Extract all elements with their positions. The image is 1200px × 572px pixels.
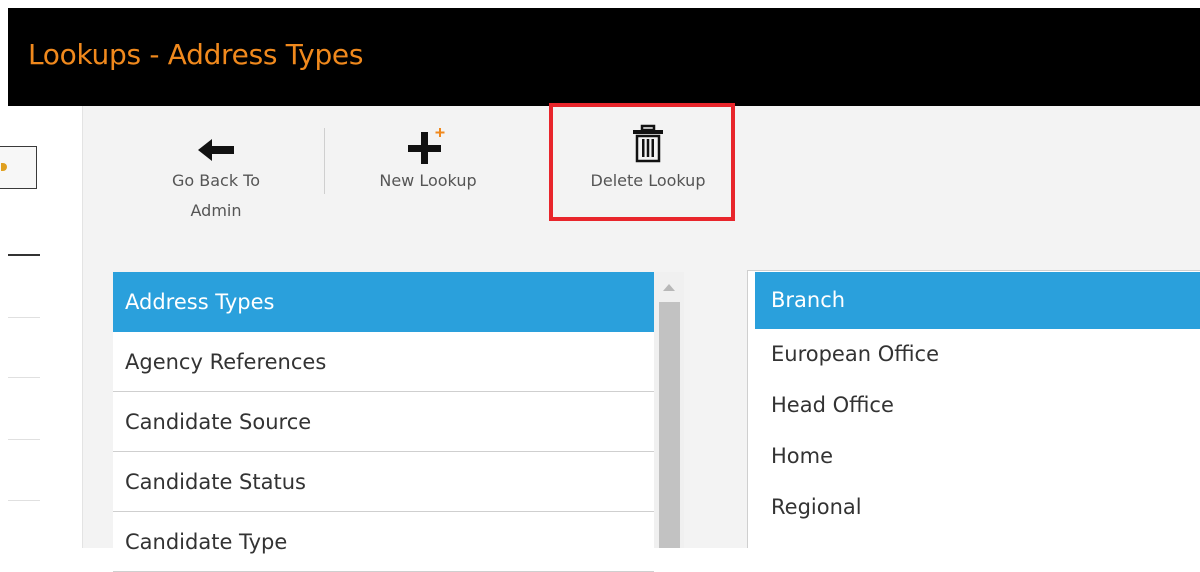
value-item-branch[interactable]: Branch [755, 272, 1200, 329]
rail-divider [8, 317, 40, 318]
scroll-thumb[interactable] [659, 302, 680, 548]
lookup-item-address-types[interactable]: Address Types [113, 272, 654, 332]
rail-divider [8, 377, 40, 378]
value-item-home[interactable]: Home [748, 431, 1200, 482]
rail-divider [8, 439, 40, 440]
new-lookup-button[interactable]: New Lookup [353, 106, 503, 196]
rail-divider [8, 500, 40, 501]
go-back-to-admin-button[interactable]: Go Back To Admin [146, 106, 286, 226]
arrow-left-icon [146, 106, 286, 166]
value-item-head-office[interactable]: Head Office [748, 380, 1200, 431]
value-item-regional[interactable]: Regional [748, 482, 1200, 533]
delete-lookup-button[interactable]: Delete Lookup [553, 106, 743, 196]
toolbar-separator [324, 128, 325, 194]
scroll-up-icon[interactable] [663, 284, 675, 291]
left-rail [0, 106, 83, 548]
lookup-item-candidate-status[interactable]: Candidate Status [113, 452, 654, 512]
lookup-list-scrollbar[interactable] [654, 272, 684, 548]
go-back-label-line2: Admin [190, 201, 242, 220]
top-bar: Lookups - Address Types [0, 0, 1200, 106]
go-back-label-line1: Go Back To [171, 171, 261, 190]
plus-icon [353, 106, 503, 166]
value-item-european-office[interactable]: European Office [748, 329, 1200, 380]
lookup-item-agency-references[interactable]: Agency References [113, 332, 654, 392]
trash-icon [553, 106, 743, 166]
page-title: Lookups - Address Types [28, 38, 364, 71]
rail-button-icon [1, 163, 7, 171]
rail-button[interactable] [0, 146, 37, 189]
lookup-values-list: Branch European Office Head Office Home … [747, 270, 1200, 548]
new-lookup-label: New Lookup [379, 171, 477, 190]
lookup-item-candidate-type[interactable]: Candidate Type [113, 512, 654, 572]
title-bar: Lookups - Address Types [8, 8, 1200, 106]
lookup-item-candidate-source[interactable]: Candidate Source [113, 392, 654, 452]
lookup-list: Address Types Agency References Candidat… [113, 272, 654, 572]
toolbar: Go Back To Admin New Lookup Delete Looku… [83, 106, 1200, 249]
rail-divider [8, 254, 40, 256]
delete-lookup-label: Delete Lookup [590, 171, 706, 190]
